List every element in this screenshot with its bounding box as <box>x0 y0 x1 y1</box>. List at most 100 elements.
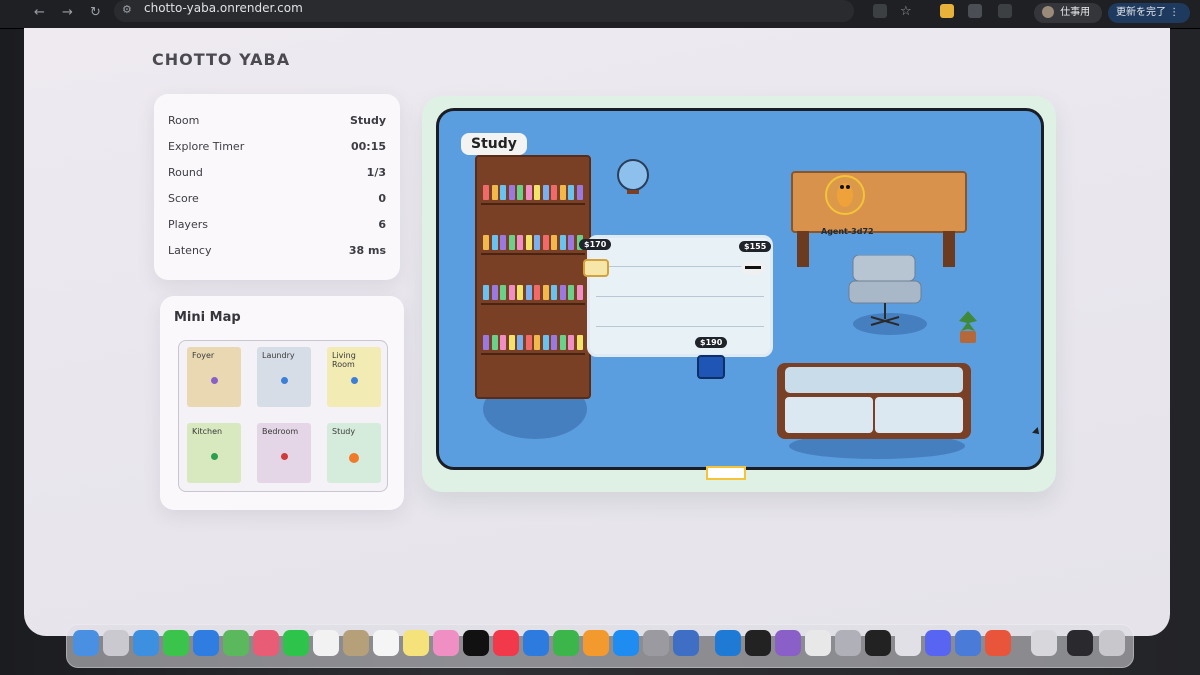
stats-panel: Room Study Explore Timer 00:15 Round 1/3 Sc… <box>154 94 400 280</box>
stat-label: Latency <box>168 244 212 257</box>
update-label: 更新を完了 <box>1116 7 1166 18</box>
contacts-icon[interactable] <box>343 630 369 656</box>
book <box>517 285 523 300</box>
minimap-room-living-room[interactable]: Living Room <box>327 347 381 407</box>
music-icon[interactable] <box>493 630 519 656</box>
book <box>568 285 574 300</box>
book <box>483 285 489 300</box>
profile-button[interactable]: 仕事用 <box>1034 3 1102 23</box>
shelf-plank <box>481 353 585 355</box>
book <box>525 235 532 250</box>
book <box>508 185 515 200</box>
minimap-room-study[interactable]: Study <box>327 423 381 483</box>
trash-icon[interactable] <box>1099 630 1125 656</box>
browser-toolbar: ← → ↻ ⚙ chotto-yaba.onrender.com ☆ 仕事用 更… <box>0 0 1200 29</box>
slack-icon[interactable] <box>895 630 921 656</box>
freeform-icon[interactable] <box>433 630 459 656</box>
book <box>491 335 498 350</box>
item-note-icon[interactable] <box>583 259 609 277</box>
book <box>576 285 583 300</box>
calendar-icon[interactable] <box>313 630 339 656</box>
item-device-icon[interactable] <box>741 261 765 275</box>
book <box>525 335 532 350</box>
player-dot <box>281 453 288 460</box>
book <box>491 285 498 300</box>
book <box>551 185 557 200</box>
notes-icon[interactable] <box>403 630 429 656</box>
reminders-icon[interactable] <box>373 630 399 656</box>
extension-icon[interactable] <box>968 4 982 18</box>
messages-icon[interactable] <box>163 630 189 656</box>
github-desktop-icon[interactable] <box>775 630 801 656</box>
potted-plant-icon[interactable] <box>953 307 983 347</box>
minimap-room-bedroom[interactable]: Bedroom <box>257 423 311 483</box>
minimap-room-laundry[interactable]: Laundry <box>257 347 311 407</box>
book <box>559 285 566 300</box>
vscode-icon[interactable] <box>715 630 741 656</box>
player-dot <box>211 377 218 384</box>
price-tag: $155 <box>739 241 772 252</box>
shelf-plank <box>481 203 585 205</box>
numbers-icon[interactable] <box>553 630 579 656</box>
app-icon[interactable] <box>865 630 891 656</box>
maps-icon[interactable] <box>223 630 249 656</box>
book <box>483 185 489 200</box>
launchpad-icon[interactable] <box>103 630 129 656</box>
preview-icon[interactable] <box>673 630 699 656</box>
bookshelf[interactable] <box>475 155 591 399</box>
book <box>576 185 583 200</box>
photos-icon[interactable] <box>253 630 279 656</box>
safari-icon[interactable] <box>133 630 159 656</box>
system-settings-icon[interactable] <box>643 630 669 656</box>
minimap-room-kitchen[interactable]: Kitchen <box>187 423 241 483</box>
minimap-room-foyer[interactable]: Foyer <box>187 347 241 407</box>
discord-icon[interactable] <box>925 630 951 656</box>
stat-row: Round 1/3 <box>168 166 386 184</box>
book <box>508 235 515 250</box>
game-canvas[interactable]: Study $170 $155 $190 Agent-3d72 <box>436 108 1044 470</box>
mail-icon[interactable] <box>193 630 219 656</box>
desk[interactable] <box>791 171 967 233</box>
address-bar[interactable]: ⚙ chotto-yaba.onrender.com <box>114 0 854 22</box>
room-label: Kitchen <box>192 427 223 436</box>
stat-value: 1/3 <box>366 166 386 179</box>
book <box>551 235 557 250</box>
extension-icon[interactable] <box>940 4 954 18</box>
stat-label: Room <box>168 114 200 127</box>
pages-icon[interactable] <box>583 630 609 656</box>
finder-icon[interactable] <box>73 630 99 656</box>
folder-icon[interactable] <box>1067 630 1093 656</box>
claude-icon[interactable] <box>985 630 1011 656</box>
auction-table[interactable] <box>587 235 773 357</box>
stat-row: Explore Timer 00:15 <box>168 140 386 158</box>
book <box>534 335 540 350</box>
book <box>500 285 506 300</box>
bookmark-star-icon[interactable]: ☆ <box>900 4 912 19</box>
app-icon[interactable] <box>835 630 861 656</box>
sofa[interactable] <box>777 363 971 443</box>
reload-icon[interactable]: ↻ <box>90 5 101 20</box>
forward-icon[interactable]: → <box>62 5 73 20</box>
downloads-folder-icon[interactable] <box>1031 630 1057 656</box>
door-marker[interactable] <box>706 466 746 480</box>
site-settings-icon[interactable]: ⚙ <box>122 3 132 16</box>
tv-icon[interactable] <box>463 630 489 656</box>
extensions-puzzle-icon[interactable] <box>998 4 1012 18</box>
keynote-icon[interactable] <box>523 630 549 656</box>
translate-icon[interactable] <box>873 4 887 18</box>
table-line <box>596 296 764 297</box>
terminal-icon[interactable] <box>745 630 771 656</box>
book <box>500 235 506 250</box>
zoom-icon[interactable] <box>955 630 981 656</box>
app-store-icon[interactable] <box>613 630 639 656</box>
office-chair[interactable] <box>847 255 927 331</box>
facetime-icon[interactable] <box>283 630 309 656</box>
chrome-icon[interactable] <box>805 630 831 656</box>
book <box>568 185 574 200</box>
update-button[interactable]: 更新を完了 ⋮ <box>1108 3 1190 23</box>
back-icon[interactable]: ← <box>34 5 45 20</box>
globe-icon[interactable] <box>615 159 655 199</box>
agent-avatar[interactable] <box>825 175 865 215</box>
item-book-icon[interactable] <box>697 355 725 379</box>
book <box>559 335 566 350</box>
